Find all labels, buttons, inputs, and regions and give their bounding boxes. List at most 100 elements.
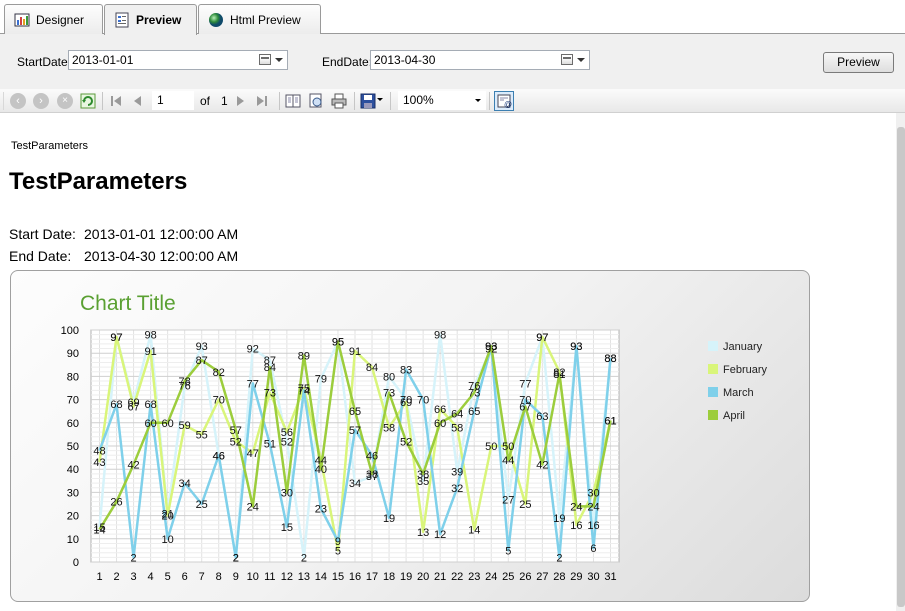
x-tick-label: 4 <box>148 571 154 583</box>
legend-swatch <box>708 410 718 420</box>
tab-label: Html Preview <box>230 12 301 27</box>
toolbar-grip <box>3 92 4 110</box>
back-icon[interactable]: ‹ <box>10 93 26 109</box>
toolbar-separator <box>102 92 103 110</box>
legend-label: April <box>723 410 745 422</box>
tab-preview[interactable]: Preview <box>104 4 197 35</box>
x-tick-label: 11 <box>264 571 275 583</box>
x-tick-label: 10 <box>247 571 259 583</box>
data-label: 74 <box>298 385 310 397</box>
data-label: 50 <box>502 441 514 453</box>
data-label: 20 <box>162 511 174 523</box>
print-icon[interactable] <box>331 93 347 109</box>
report-toolbar: ‹ › × 1 of 1 100% @ <box>0 89 905 113</box>
legend-swatch <box>708 341 718 351</box>
data-label: 68 <box>144 399 156 411</box>
vertical-scrollbar[interactable] <box>896 113 905 611</box>
data-label: 69 <box>400 397 412 409</box>
y-tick-label: 90 <box>67 348 79 360</box>
data-label: 89 <box>298 351 310 363</box>
data-label: 5 <box>505 545 511 557</box>
data-label: 91 <box>144 346 156 358</box>
calendar-icon[interactable] <box>259 54 271 65</box>
data-label: 2 <box>131 552 137 564</box>
end-date-value: 2013-04-30 <box>374 53 436 67</box>
report-title: TestParameters <box>9 168 188 195</box>
data-label: 10 <box>162 534 174 546</box>
data-label: 59 <box>179 420 191 432</box>
chevron-down-icon[interactable] <box>377 98 383 101</box>
end-date-row-value: 2013-04-30 12:00:00 AM <box>84 248 239 264</box>
chart-title: Chart Title <box>80 292 176 315</box>
start-date-row-label: Start Date: <box>9 226 76 242</box>
chevron-down-icon[interactable] <box>577 58 585 62</box>
of-label: of <box>200 94 211 108</box>
end-date-label: EndDate: <box>322 55 373 69</box>
svg-text:@: @ <box>504 100 512 109</box>
data-label: 39 <box>451 467 463 479</box>
zoom-select[interactable]: 100% <box>398 91 486 110</box>
data-label: 19 <box>553 513 565 525</box>
data-label: 93 <box>485 341 497 353</box>
data-label: 82 <box>213 367 225 379</box>
data-label: 23 <box>315 504 327 516</box>
report-header-small: TestParameters <box>11 140 89 152</box>
end-date-row: End Date: 2013-04-30 12:00:00 AM <box>9 248 238 264</box>
x-tick-label: 29 <box>570 571 582 583</box>
refresh-icon[interactable] <box>80 93 96 109</box>
first-page-icon[interactable] <box>114 96 121 106</box>
y-tick-label: 30 <box>67 487 79 499</box>
x-tick-label: 18 <box>383 571 395 583</box>
data-label: 81 <box>553 369 565 381</box>
last-page-icon[interactable] <box>257 96 264 106</box>
data-label: 98 <box>144 330 156 342</box>
scrollbar-thumb[interactable] <box>897 127 905 607</box>
data-label: 34 <box>349 478 361 490</box>
data-label: 26 <box>110 497 122 509</box>
save-icon[interactable] <box>360 93 376 109</box>
preview-icon <box>114 12 130 28</box>
chevron-down-icon[interactable] <box>275 58 283 62</box>
data-label: 64 <box>451 409 463 421</box>
last-page-bar <box>265 96 267 106</box>
page-layout-icon[interactable] <box>285 93 301 109</box>
data-label: 65 <box>349 406 361 418</box>
data-label: 16 <box>587 520 599 532</box>
previous-page-icon[interactable] <box>134 96 141 106</box>
export-html-icon[interactable]: @ <box>494 91 514 111</box>
x-tick-label: 20 <box>417 571 429 583</box>
page-number-input[interactable]: 1 <box>152 91 194 110</box>
data-label: 84 <box>366 362 378 374</box>
preview-button[interactable]: Preview <box>823 52 894 73</box>
x-tick-label: 2 <box>113 571 119 583</box>
data-label: 30 <box>281 487 293 499</box>
tab-designer[interactable]: Designer <box>4 4 103 34</box>
chevron-down-icon[interactable] <box>475 99 481 102</box>
data-label: 47 <box>247 448 259 460</box>
end-date-picker[interactable]: 2013-04-30 <box>370 50 590 70</box>
x-tick-label: 12 <box>281 571 293 583</box>
y-tick-label: 20 <box>67 511 79 523</box>
x-tick-label: 31 <box>604 571 616 583</box>
start-date-picker[interactable]: 2013-01-01 <box>68 50 288 70</box>
data-label: 30 <box>587 487 599 499</box>
data-label: 38 <box>366 469 378 481</box>
tab-html-preview[interactable]: Html Preview <box>198 4 321 34</box>
next-page-icon[interactable] <box>237 96 244 106</box>
data-label: 50 <box>485 441 497 453</box>
forward-icon[interactable]: › <box>33 93 49 109</box>
data-label: 2 <box>233 552 239 564</box>
page-setup-icon[interactable] <box>308 93 324 109</box>
data-label: 48 <box>93 446 105 458</box>
y-tick-label: 40 <box>67 464 79 476</box>
data-label: 63 <box>536 411 548 423</box>
data-label: 24 <box>570 501 582 513</box>
data-label: 97 <box>110 332 122 344</box>
stop-icon[interactable]: × <box>57 93 73 109</box>
data-label: 93 <box>196 341 208 353</box>
data-label: 38 <box>417 469 429 481</box>
line-chart: 01020304050607080901001 2 3 4 5 6 7 8 9 10 11 12 13 1… <box>61 292 768 583</box>
legend-label: February <box>723 364 768 376</box>
calendar-icon[interactable] <box>561 54 573 65</box>
x-tick-label: 28 <box>553 571 565 583</box>
